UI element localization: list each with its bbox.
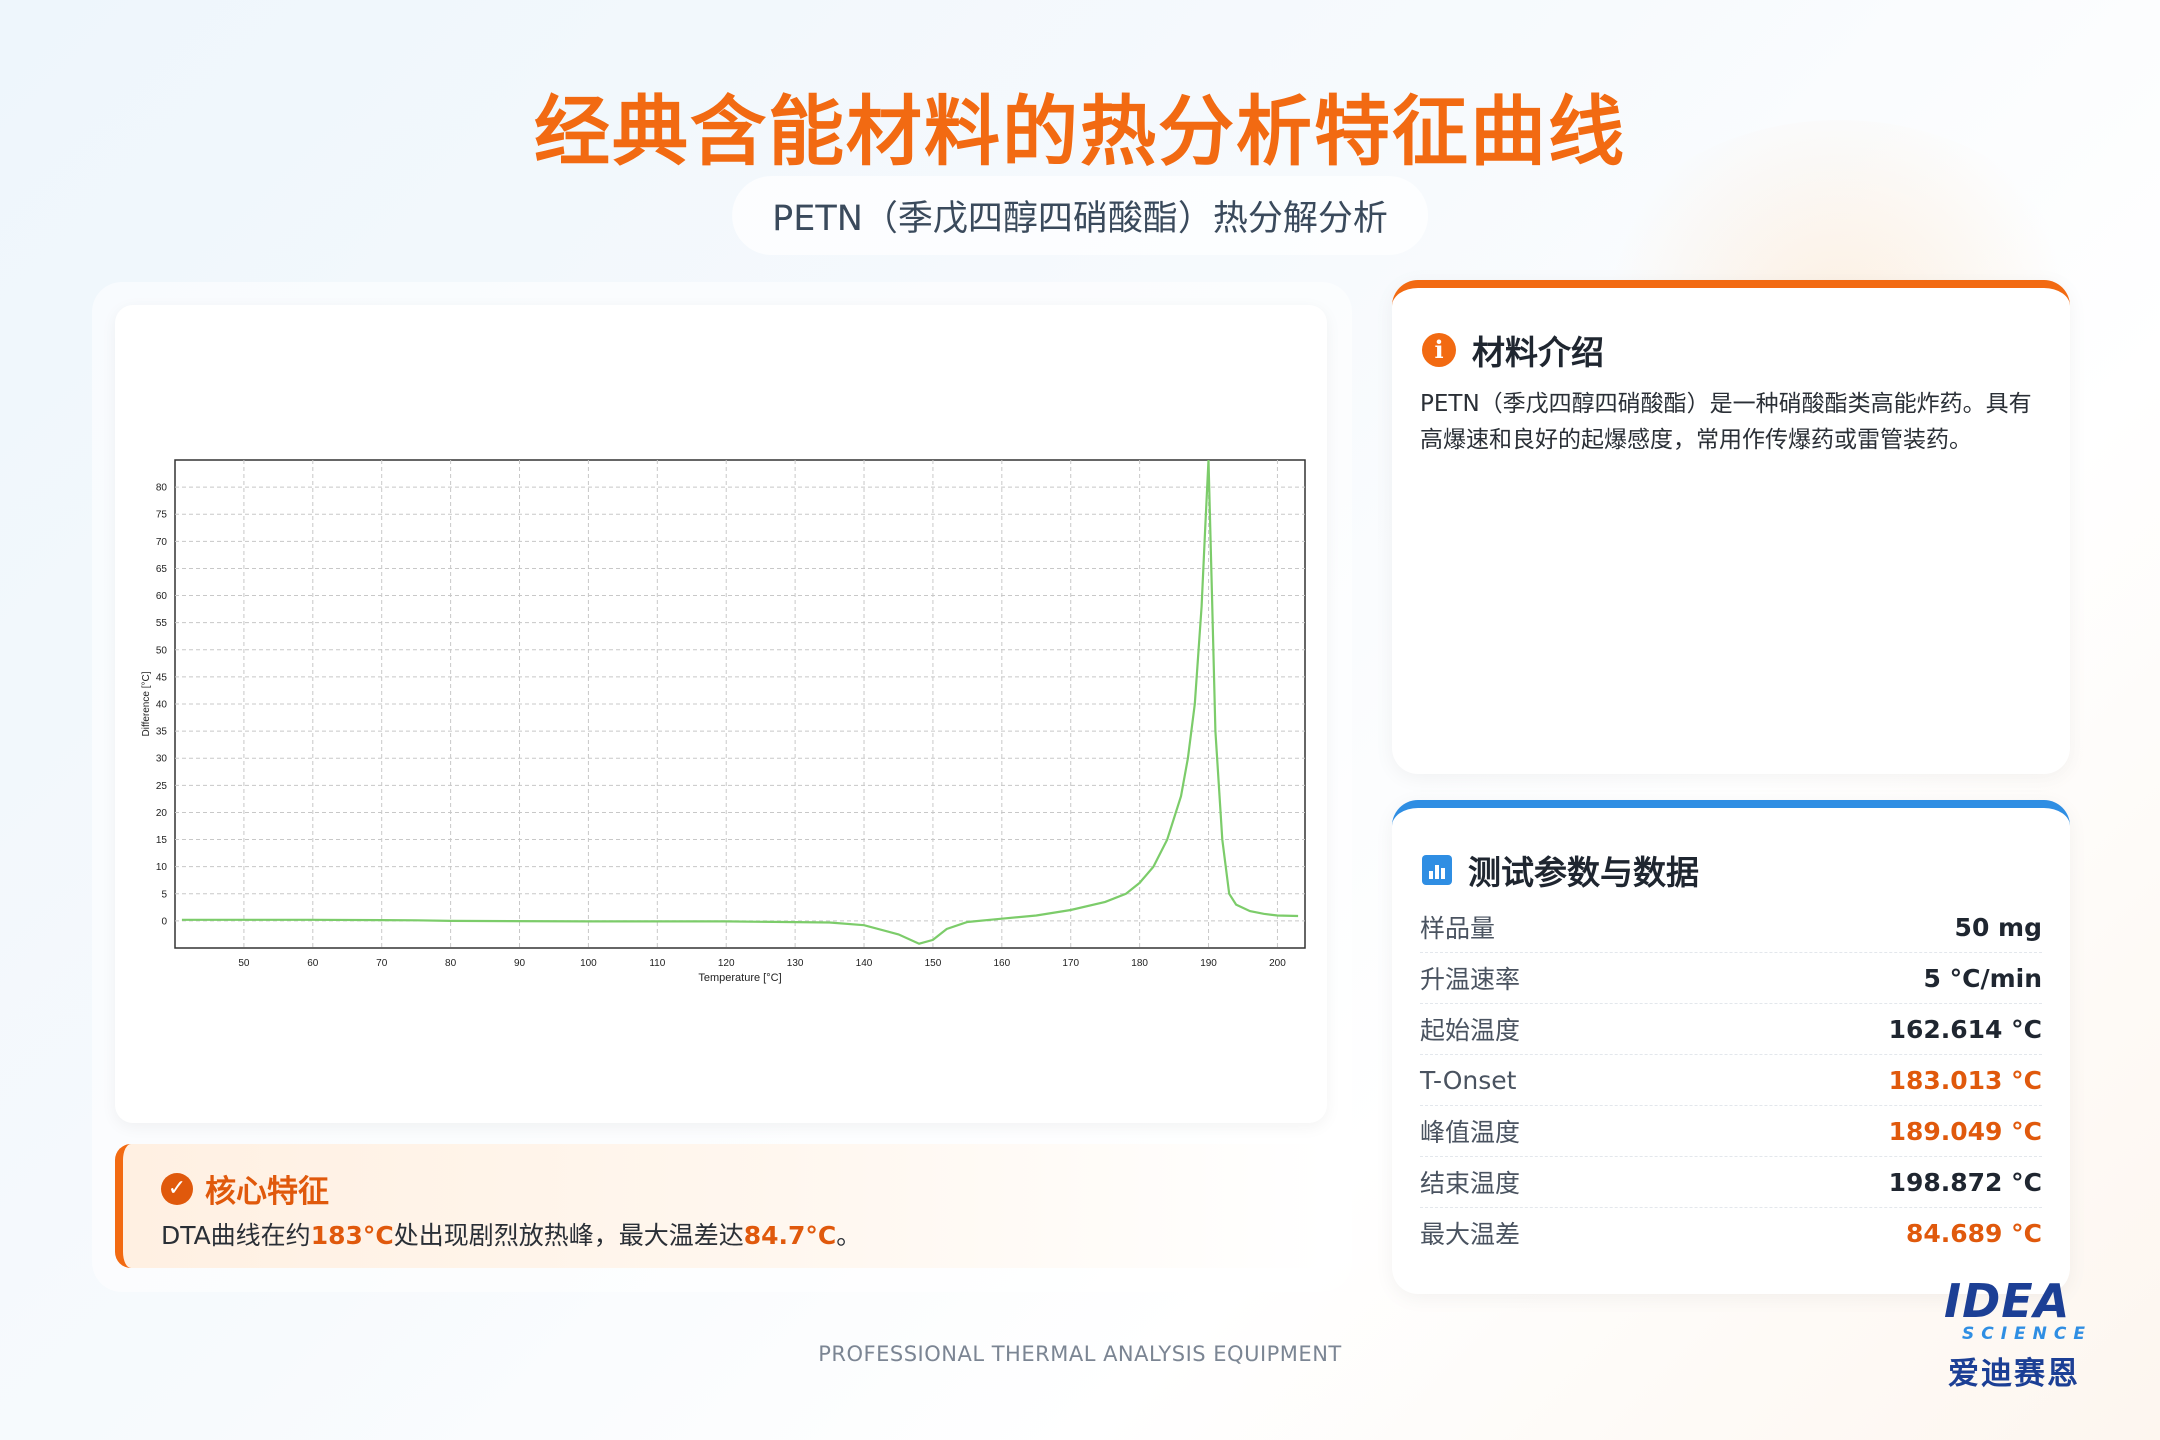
page-title: 经典含能材料的热分析特征曲线 [534,87,1626,176]
x-tick-label: 170 [1062,958,1079,969]
y-tick-label: 70 [156,537,168,548]
param-label: T-Onset [1420,1065,1517,1095]
y-tick-label: 65 [156,564,168,575]
x-tick-label: 140 [856,958,873,969]
company-logo: IDEA SCIENCE 爱迪赛恩 [1944,1274,2114,1394]
bar-chart-icon [1422,855,1452,885]
y-tick-label: 10 [156,862,168,873]
test-params-table: 样品量 50 mg 升温速率 5 °C/min 起始温度 162.614 °C T-O… [1420,902,2042,1258]
param-label: 样品量 [1420,914,1496,943]
dta-chart: 50 60 70 80 90 100 110 120 130 140 150 160 170 180 190… [141,459,1306,984]
y-tick-labels: 0 5 10 15 20 25 30 35 40 45 50 55 60 65 70 75 80 [156,483,168,928]
param-row: 样品量 50 mg [1420,902,2042,953]
x-tick-label: 180 [1131,958,1148,969]
param-label: 升温速率 [1420,965,1521,994]
param-label: 结束温度 [1420,1169,1521,1198]
y-tick-label: 75 [156,510,168,521]
feature-text-after: 。 [836,1221,862,1250]
x-tick-label: 60 [307,958,319,969]
x-tick-labels: 50 60 70 80 90 100 110 120 130 140 150 160 170 180 190… [238,958,1286,969]
core-feature-card: ✓ 核心特征 DTA曲线在约183°C处出现剧烈放热峰，最大温差达84.7°C。 [115,1144,1327,1268]
x-tick-label: 190 [1200,958,1217,969]
test-params-header: 测试参数与数据 [1422,846,1699,894]
logo-chinese-name: 爱迪赛恩 [1948,1356,2080,1392]
material-description: PETN（季戊四醇四硝酸酯）是一种硝酸酯类高能炸药。具有高爆速和良好的起爆感度，… [1420,391,2032,453]
param-label: 起始温度 [1420,1016,1521,1045]
x-tick-label: 120 [718,958,735,969]
param-row: 峰值温度 189.049 °C [1420,1106,2042,1157]
feature-peak-temp: 183°C [310,1221,394,1250]
feature-text-middle: 处出现剧烈放热峰，最大温差达 [393,1221,744,1250]
y-tick-label: 15 [156,835,168,846]
x-tick-label: 50 [238,958,250,969]
y-tick-label: 0 [161,916,167,927]
info-icon: i [1422,333,1456,367]
y-tick-label: 30 [156,754,168,765]
y-tick-label: 35 [156,727,168,738]
dta-chart-card: 50 60 70 80 90 100 110 120 130 140 150 160 170 180 190… [115,305,1327,1123]
x-tick-label: 70 [376,958,388,969]
feature-text-before: DTA曲线在约 [161,1221,311,1250]
x-tick-label: 200 [1269,958,1286,969]
param-value: 5 °C/min [1923,963,2043,993]
material-intro-header: i 材料介绍 [1422,326,1604,374]
param-value: 183.013 °C [1888,1065,2042,1095]
footer-tagline: PROFESSIONAL THERMAL ANALYSIS EQUIPMENT [818,1342,1342,1366]
x-tick-label: 130 [787,958,804,969]
param-row: 升温速率 5 °C/min [1420,953,2042,1004]
x-tick-label: 80 [445,958,457,969]
x-tick-label: 100 [580,958,597,969]
x-tick-label: 160 [993,958,1010,969]
param-row: 结束温度 198.872 °C [1420,1157,2042,1208]
x-tick-label: 150 [925,958,942,969]
y-tick-label: 50 [156,645,168,656]
x-tick-label: 110 [649,958,665,969]
test-params-card: 测试参数与数据 样品量 50 mg 升温速率 5 °C/min 起始温度 162.61… [1392,800,2070,1294]
page-subtitle: PETN（季戊四醇四硝酸酯）热分解分析 [732,176,1428,255]
core-feature-title: ✓ 核心特征 [161,1166,329,1211]
param-row: 起始温度 162.614 °C [1420,1004,2042,1055]
param-row: T-Onset 183.013 °C [1420,1055,2042,1106]
x-tick-label: 90 [514,958,526,969]
param-value: 162.614 °C [1888,1014,2042,1044]
core-feature-text: DTA曲线在约183°C处出现剧烈放热峰，最大温差达84.7°C。 [161,1216,861,1252]
x-axis-label: Temperature [°C] [698,972,781,984]
param-label: 峰值温度 [1420,1118,1521,1147]
param-value: 198.872 °C [1888,1167,2042,1197]
y-tick-label: 40 [156,700,168,711]
param-value: 84.689 °C [1905,1218,2042,1248]
y-axis-label: Difference [°C] [141,671,152,736]
logo-wordmark: IDEA [1944,1274,2071,1328]
material-intro-title: 材料介绍 [1472,333,1604,372]
y-tick-label: 60 [156,591,168,602]
param-row: 最大温差 84.689 °C [1420,1208,2042,1258]
core-feature-title-text: 核心特征 [205,1174,329,1210]
logo-subtext: SCIENCE [1962,1324,2092,1344]
y-tick-label: 5 [161,889,167,900]
param-value: 50 mg [1954,912,2042,942]
test-params-title: 测试参数与数据 [1468,853,1699,892]
param-value: 189.049 °C [1888,1116,2042,1146]
param-label: 最大温差 [1420,1220,1521,1249]
y-tick-label: 25 [156,781,168,792]
y-tick-label: 45 [156,672,168,683]
feature-max-diff: 84.7°C [743,1221,837,1250]
verified-badge-icon: ✓ [161,1172,193,1205]
y-tick-label: 55 [156,618,168,629]
y-tick-label: 20 [156,808,168,819]
y-tick-label: 80 [156,483,168,494]
material-intro-card: i 材料介绍 PETN（季戊四醇四硝酸酯）是一种硝酸酯类高能炸药。具有高爆速和良… [1392,280,2070,774]
